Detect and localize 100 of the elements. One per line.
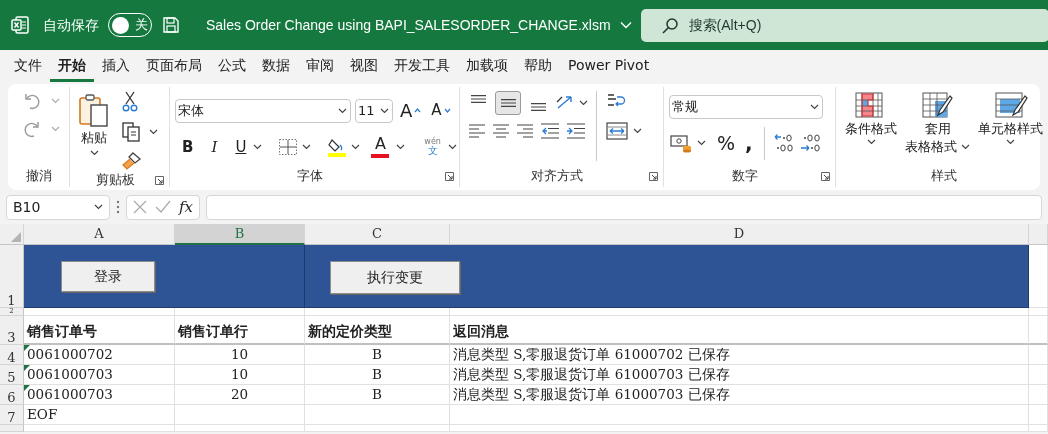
caret-icon[interactable]: [338, 107, 347, 114]
increase-indent-icon[interactable]: [567, 123, 585, 139]
excel-icon[interactable]: [10, 15, 30, 35]
dialog-launcher-icon[interactable]: [649, 171, 658, 181]
phonetic-button[interactable]: wén 文: [421, 136, 444, 159]
format-painter-icon[interactable]: [121, 151, 143, 171]
caret-icon[interactable]: [149, 129, 158, 135]
group-label: 撤消: [24, 166, 53, 185]
style-gallery-button[interactable]: 条件格式: [841, 87, 901, 165]
caret-icon[interactable]: [866, 139, 876, 146]
menu-tab[interactable]: 视图: [342, 51, 386, 82]
style-gallery-button[interactable]: 单元格样式: [974, 87, 1047, 165]
group-label: 剪贴板: [94, 171, 136, 189]
column-header[interactable]: C: [305, 224, 450, 245]
shrink-font-button[interactable]: A: [428, 97, 454, 124]
paste-button[interactable]: 粘贴: [75, 91, 113, 150]
row-header[interactable]: 1: [0, 245, 24, 308]
caret-icon[interactable]: [89, 149, 99, 156]
name-box[interactable]: B10: [6, 194, 110, 220]
align-lines-icon: [530, 103, 546, 111]
caret-icon[interactable]: [253, 144, 263, 151]
dialog-launcher-icon[interactable]: [445, 171, 454, 181]
up-caret-icon: [414, 108, 422, 113]
number-format-combobox[interactable]: 常规: [669, 95, 823, 119]
row-header[interactable]: 4: [0, 345, 24, 365]
underline-button[interactable]: U: [232, 134, 250, 161]
row-header[interactable]: 5: [0, 365, 24, 385]
search-field[interactable]: 搜索(Alt+Q): [640, 8, 1048, 42]
comma-button[interactable]: ,: [742, 131, 756, 156]
caret-icon[interactable]: [396, 144, 406, 151]
triangle-icon: [11, 232, 21, 242]
column-header[interactable]: B: [175, 224, 305, 245]
menu-tab[interactable]: 数据: [254, 51, 298, 82]
table-format-icon: [920, 91, 955, 119]
execute-button[interactable]: 执行变更: [330, 261, 460, 294]
caret-icon[interactable]: [351, 144, 361, 151]
cell-style-icon: [993, 91, 1028, 119]
italic-button[interactable]: I: [208, 134, 221, 161]
caret-icon[interactable]: [380, 107, 389, 114]
column-heading: 返回消息: [450, 316, 1029, 345]
align-left-icon[interactable]: [469, 124, 485, 138]
chevron-icon[interactable]: [619, 21, 632, 29]
bold-button[interactable]: B: [179, 134, 197, 161]
increase-decimal-icon[interactable]: [772, 132, 795, 155]
formula-input[interactable]: [206, 194, 1042, 220]
dialog-launcher-icon[interactable]: [821, 171, 830, 181]
merge-cells-icon[interactable]: [605, 121, 629, 141]
insert-function-button[interactable]: fx: [179, 195, 193, 219]
align-center-icon[interactable]: [493, 124, 509, 138]
caret-icon[interactable]: [961, 144, 970, 151]
login-button[interactable]: 登录: [61, 261, 155, 292]
order-number: 0061000703: [24, 365, 175, 385]
caret-icon[interactable]: [810, 104, 819, 110]
caret-icon[interactable]: [94, 204, 103, 210]
caret-icon[interactable]: [697, 140, 706, 147]
align-right-icon[interactable]: [517, 124, 533, 138]
style-gallery-button[interactable]: 套用 表格格式: [901, 87, 974, 165]
menu-tab[interactable]: 公式: [210, 51, 254, 82]
caret-icon[interactable]: [1006, 139, 1015, 146]
menu-tab[interactable]: 文件: [6, 51, 50, 82]
autosave-label: 自动保存: [43, 15, 99, 35]
document-title[interactable]: Sales Order Change using BAPI_SALESORDER_CHANGE.xlsm: [206, 14, 611, 36]
dialog-launcher-icon[interactable]: [155, 175, 164, 185]
grow-font-button[interactable]: A: [397, 95, 425, 126]
order-item: 10: [175, 345, 305, 365]
caret-icon[interactable]: [447, 144, 457, 151]
borders-icon[interactable]: [278, 138, 299, 157]
menu-tab[interactable]: 帮助: [516, 51, 560, 82]
column-header[interactable]: D: [450, 224, 1029, 245]
menu-tab[interactable]: 审阅: [298, 51, 342, 82]
caret-icon[interactable]: [302, 144, 312, 151]
font-color-button[interactable]: A: [368, 134, 393, 161]
group-label: 数字: [731, 166, 759, 185]
menu-tab[interactable]: 插入: [94, 51, 138, 82]
return-message: 消息类型 S,零服退货订单 61000703 已保存: [450, 385, 1029, 405]
fill-color-icon[interactable]: [327, 137, 348, 158]
column-header[interactable]: A: [24, 224, 175, 245]
percent-button[interactable]: %: [714, 127, 739, 160]
caret-icon[interactable]: [633, 128, 642, 134]
caret-icon[interactable]: [579, 100, 588, 106]
menu-tab[interactable]: 开发工具: [386, 51, 458, 82]
vertical-align-button[interactable]: [495, 91, 521, 115]
order-number: 0061000703: [24, 385, 175, 405]
menu-tab[interactable]: 页面布局: [138, 51, 210, 82]
menu-tab[interactable]: Power Pivot: [560, 51, 658, 82]
menu-tab[interactable]: 加载项: [458, 51, 516, 82]
check-icon[interactable]: [155, 200, 171, 214]
save-icon[interactable]: [161, 15, 181, 35]
drag-handle-icon[interactable]: [116, 200, 120, 214]
font-size-combobox[interactable]: 11: [355, 98, 393, 123]
decrease-indent-icon[interactable]: [541, 123, 559, 139]
font-name-combobox[interactable]: 宋体: [175, 98, 351, 123]
decrease-decimal-icon[interactable]: [798, 132, 821, 155]
row-header[interactable]: 6: [0, 385, 24, 405]
column-heading: 新的定价类型: [305, 316, 450, 345]
row-header[interactable]: 7: [0, 405, 24, 425]
scissors-icon[interactable]: [121, 91, 139, 113]
row-header[interactable]: 3: [0, 316, 24, 345]
empty-cell: [1029, 365, 1048, 385]
copy-icon[interactable]: [121, 121, 141, 143]
